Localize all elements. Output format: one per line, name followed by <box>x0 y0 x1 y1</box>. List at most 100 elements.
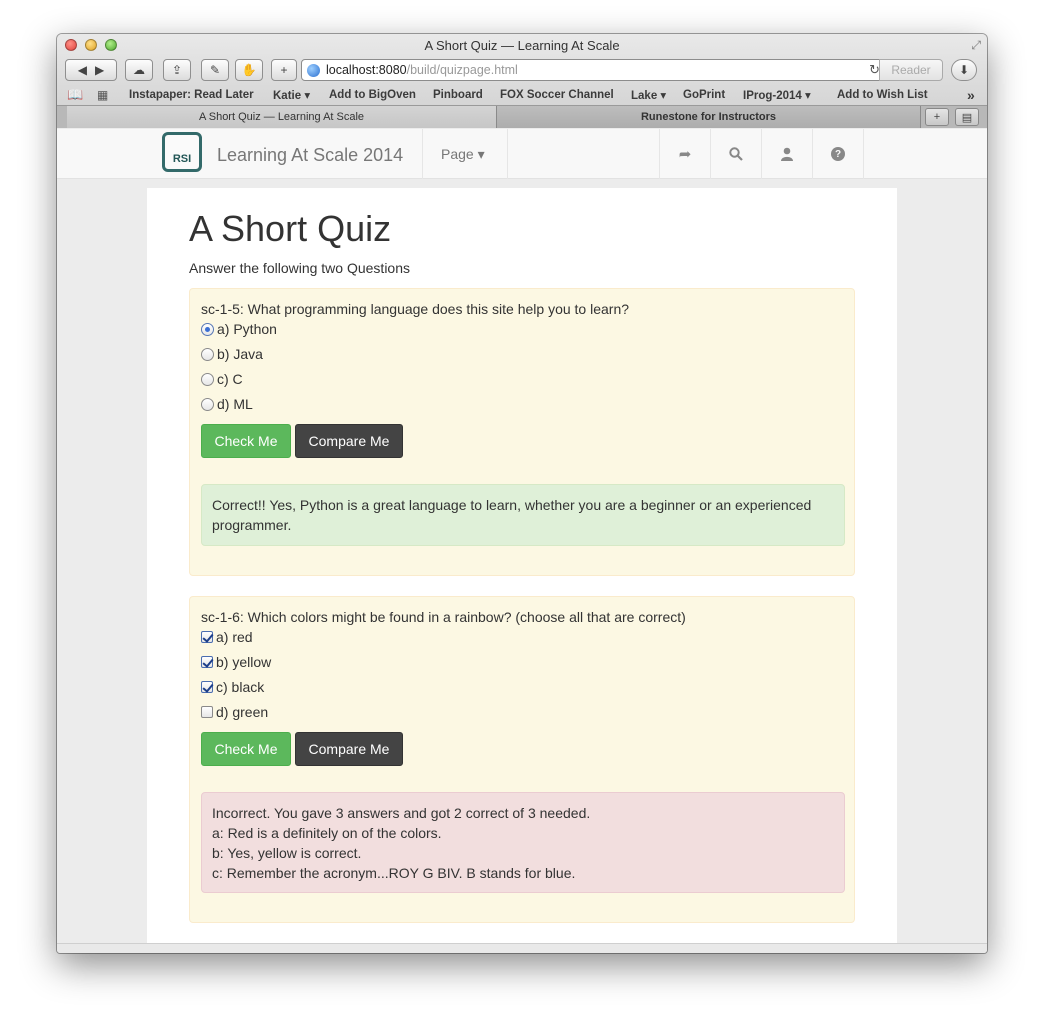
nav-divider <box>863 129 864 179</box>
checkbox[interactable] <box>201 681 213 693</box>
bookmark-item[interactable]: Pinboard <box>433 89 483 101</box>
search-icon <box>729 147 743 161</box>
site-navbar: RSI Learning At Scale 2014 Page ▾ ➦ ? <box>57 129 987 179</box>
browser-window: A Short Quiz — Learning At Scale ⤢ ◀ ▶ ☁… <box>57 34 987 953</box>
checkbox[interactable] <box>201 656 213 668</box>
site-logo[interactable]: RSI <box>162 132 202 172</box>
answer-option[interactable]: b) yellow <box>201 654 271 670</box>
answer-option[interactable]: d) ML <box>201 396 253 412</box>
back-icon[interactable]: ◀ <box>78 63 87 77</box>
option-label[interactable]: a) red <box>216 629 253 645</box>
search-nav-button[interactable] <box>711 129 761 179</box>
tools-button[interactable]: ✎ <box>201 59 229 81</box>
browser-chrome: A Short Quiz — Learning At Scale ⤢ ◀ ▶ ☁… <box>57 34 987 128</box>
site-brand[interactable]: Learning At Scale 2014 <box>217 145 403 166</box>
radio-button[interactable] <box>201 397 214 411</box>
nav-divider <box>507 129 508 179</box>
nav-divider <box>422 129 423 179</box>
feedback-line: Correct!! Yes, Python is a great languag… <box>212 497 812 513</box>
tab-bar: A Short Quiz — Learning At Scale Runesto… <box>57 105 987 128</box>
question-text: sc-1-5: What programming language does t… <box>201 301 630 317</box>
radio-button[interactable] <box>201 322 214 336</box>
feedback-line: Incorrect. You gave 3 answers and got 2 … <box>212 805 591 821</box>
tab-quiz[interactable]: A Short Quiz — Learning At Scale <box>67 106 497 128</box>
answer-option[interactable]: a) red <box>201 629 253 645</box>
fullscreen-icon[interactable]: ⤢ <box>971 38 981 53</box>
more-bookmarks-icon[interactable]: » <box>967 87 975 103</box>
compare-me-button[interactable]: Compare Me <box>295 424 403 458</box>
page-intro: Answer the following two Questions <box>189 260 410 276</box>
bookmark-item[interactable]: Lake ▾ <box>631 88 666 102</box>
feedback-line: c: Remember the acronym...ROY G BIV. B s… <box>212 865 576 881</box>
answer-option[interactable]: b) Java <box>201 346 263 362</box>
new-tab-button[interactable]: + <box>925 108 949 126</box>
question-text: sc-1-6: Which colors might be found in a… <box>201 609 686 625</box>
bookmark-item[interactable]: Add to Wish List <box>837 89 928 101</box>
page-menu[interactable]: Page ▾ <box>441 146 485 163</box>
bookmarks-bar: 📖 ▦ Instapaper: Read Later Katie ▾ Add t… <box>57 85 987 104</box>
reader-button[interactable]: Reader <box>879 59 943 81</box>
answer-option[interactable]: c) C <box>201 371 243 387</box>
tab-overview-icon: ▤ <box>961 111 973 124</box>
radio-button[interactable] <box>201 347 214 361</box>
downloads-button[interactable]: ⬇ <box>951 59 977 81</box>
bookmark-item[interactable]: FOX Soccer Channel <box>500 89 614 101</box>
icloud-button[interactable]: ☁ <box>125 59 153 81</box>
reading-list-icon[interactable]: 📖 <box>67 87 83 103</box>
address-bar[interactable]: localhost:8080/build/quizpage.html ↻ <box>301 59 887 81</box>
tab-runestone[interactable]: Runestone for Instructors <box>497 106 921 128</box>
option-label[interactable]: a) Python <box>217 321 277 337</box>
help-nav-button[interactable]: ? <box>813 129 863 179</box>
add-bookmark-button[interactable]: + <box>271 59 297 81</box>
check-me-button[interactable]: Check Me <box>201 732 291 766</box>
back-forward-buttons[interactable]: ◀ ▶ <box>65 59 117 81</box>
user-nav-button[interactable] <box>762 129 812 179</box>
radio-button[interactable] <box>201 372 214 386</box>
checkbox[interactable] <box>201 706 213 718</box>
share-nav-button[interactable]: ➦ <box>660 129 710 179</box>
extension-button[interactable]: ✋ <box>235 59 263 81</box>
bookmark-item[interactable]: Instapaper: Read Later <box>129 89 254 101</box>
feedback-incorrect: Incorrect. You gave 3 answers and got 2 … <box>201 792 845 893</box>
feedback-correct: Correct!! Yes, Python is a great languag… <box>201 484 845 546</box>
share-button[interactable]: ⇪ <box>163 59 191 81</box>
option-label[interactable]: b) Java <box>217 346 263 362</box>
answer-option[interactable]: c) black <box>201 679 264 695</box>
top-sites-icon[interactable]: ▦ <box>97 88 108 102</box>
hand-icon: ✋ <box>241 63 257 77</box>
answer-option[interactable]: d) green <box>201 704 268 720</box>
option-label[interactable]: c) black <box>216 679 264 695</box>
wrench-icon: ✎ <box>209 63 221 77</box>
feedback-line: programmer. <box>212 517 292 533</box>
share-icon: ⇪ <box>171 63 183 77</box>
globe-icon <box>307 63 320 77</box>
answer-option[interactable]: a) Python <box>201 321 277 337</box>
url-host: localhost:8080 <box>326 63 407 77</box>
feedback-line: b: Yes, yellow is correct. <box>212 845 362 861</box>
window-title: A Short Quiz — Learning At Scale <box>424 38 620 53</box>
page-title: A Short Quiz <box>189 208 392 249</box>
url-path: /build/quizpage.html <box>406 63 518 77</box>
tab-overview-button[interactable]: ▤ <box>955 108 979 126</box>
check-me-button[interactable]: Check Me <box>201 424 291 458</box>
forward-icon[interactable]: ▶ <box>95 63 104 77</box>
bookmark-item[interactable]: Katie ▾ <box>273 88 310 102</box>
user-icon <box>781 147 793 161</box>
compare-me-button[interactable]: Compare Me <box>295 732 403 766</box>
question-card: sc-1-5: What programming language does t… <box>189 288 855 576</box>
bookmark-item[interactable]: IProg-2014 ▾ <box>743 88 811 102</box>
page-content: A Short Quiz Answer the following two Qu… <box>147 188 897 953</box>
help-icon: ? <box>831 147 845 161</box>
window-bottom-edge <box>57 943 987 953</box>
plus-icon: + <box>280 63 288 77</box>
option-label[interactable]: c) C <box>217 371 243 387</box>
feedback-line: a: Red is a definitely on of the colors. <box>212 825 442 841</box>
share-arrow-icon: ➦ <box>678 146 692 163</box>
cloud-icon: ☁ <box>133 63 145 77</box>
bookmark-item[interactable]: GoPrint <box>683 89 725 101</box>
bookmark-item[interactable]: Add to BigOven <box>329 89 416 101</box>
option-label[interactable]: d) ML <box>217 396 253 412</box>
checkbox[interactable] <box>201 631 213 643</box>
option-label[interactable]: b) yellow <box>216 654 271 670</box>
option-label[interactable]: d) green <box>216 704 268 720</box>
